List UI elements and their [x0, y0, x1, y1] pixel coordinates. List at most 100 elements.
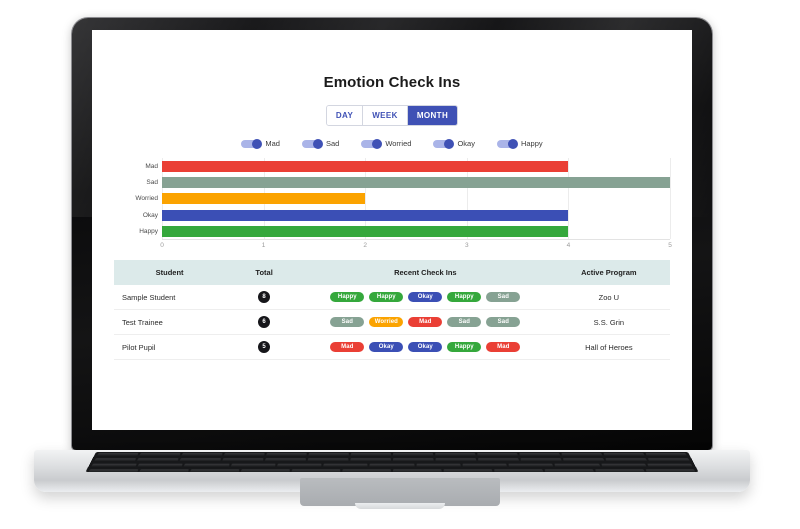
legend-item-mad[interactable]: Mad — [241, 138, 280, 149]
column-header-total[interactable]: Total — [225, 260, 304, 285]
table-row[interactable]: Test Trainee 6 Sad Worried Mad Sad Sad S.S. Gri… — [114, 309, 670, 335]
chart-x-tick: 2 — [363, 242, 367, 249]
checkin-pill-list: Sad Worried Mad Sad Sad — [307, 317, 544, 327]
checkin-pill-happy[interactable]: Happy — [447, 292, 482, 302]
total-badge: 5 — [258, 341, 271, 353]
range-button-week[interactable]: WEEK — [363, 106, 408, 125]
legend-item-happy[interactable]: Happy — [496, 138, 543, 149]
checkin-pill-list: Mad Okay Okay Happy Mad — [307, 342, 544, 352]
chart-bar-row: Worried — [135, 191, 670, 207]
page-title: Emotion Check Ins — [323, 74, 461, 91]
keyboard-key — [647, 458, 691, 462]
chart-bar-label: Sad — [146, 179, 158, 187]
keyboard-key — [230, 463, 276, 468]
keyboard-key — [240, 469, 290, 473]
keyboard-key — [647, 463, 694, 468]
chart-bar-row: Mad — [145, 158, 670, 174]
keyboard-key — [179, 458, 222, 462]
column-header-program[interactable]: Active Program — [547, 260, 670, 285]
cell-total: 8 — [225, 285, 304, 310]
checkin-pill-sad[interactable]: Sad — [486, 317, 521, 327]
cell-total: 5 — [225, 334, 304, 360]
chart-bar-sad[interactable] — [162, 177, 670, 189]
checkin-pill-sad[interactable]: Sad — [447, 317, 482, 327]
checkin-pill-okay[interactable]: Okay — [408, 292, 443, 302]
keyboard-key — [519, 452, 561, 457]
keyboard-key — [508, 463, 554, 468]
keyboard-key — [435, 452, 476, 457]
legend-label: Mad — [265, 139, 280, 148]
emotion-bar-chart: Mad Sad Worried Okay Happy 0 1 2 3 4 5 — [114, 158, 672, 250]
keyboard-key — [393, 469, 442, 473]
keyboard-key — [137, 463, 184, 468]
chart-bar-happy[interactable] — [162, 226, 569, 238]
column-header-recent[interactable]: Recent Check Ins — [303, 260, 548, 285]
keyboard-key — [291, 469, 341, 473]
keyboard-key — [276, 463, 322, 468]
keyboard-key — [562, 458, 605, 462]
chart-x-tick: 0 — [160, 242, 164, 249]
keyboard-key — [88, 469, 139, 473]
table-row[interactable]: Pilot Pupil 5 Mad Okay Okay Happy Mad Hall of H… — [114, 334, 670, 360]
keyboard-key — [435, 458, 477, 462]
checkin-pill-sad[interactable]: Sad — [486, 292, 521, 302]
table-header: Student Total Recent Check Ins Active Pr… — [114, 260, 670, 285]
range-button-month[interactable]: MONTH — [407, 106, 458, 125]
laptop-keyboard — [85, 452, 699, 473]
keyboard-key — [477, 458, 520, 462]
keyboard-key — [645, 452, 688, 457]
keyboard-key — [416, 463, 461, 468]
keyboard-key — [350, 458, 391, 462]
laptop-lid-notch — [355, 503, 445, 509]
keyboard-key — [477, 452, 518, 457]
legend-item-worried[interactable]: Worried — [361, 138, 411, 149]
checkin-pill-sad[interactable]: Sad — [330, 317, 365, 327]
chart-x-tick: 1 — [261, 242, 266, 249]
laptop-trackpad — [300, 478, 500, 506]
chart-gridline — [670, 158, 671, 239]
keyboard-key — [323, 463, 368, 468]
chart-bar-mad[interactable] — [162, 160, 569, 172]
chart-bar-worried[interactable] — [162, 193, 366, 205]
chart-legend: Mad Sad Worried Okay Happy — [114, 138, 670, 149]
checkin-pill-okay[interactable]: Okay — [408, 342, 443, 352]
range-button-day[interactable]: DAY — [326, 106, 364, 125]
checkin-pill-mad[interactable]: Mad — [408, 317, 443, 327]
cell-student-name: Pilot Pupil — [114, 334, 226, 360]
chart-plot-area: Mad Sad Worried Okay Happy — [135, 158, 671, 240]
cell-total: 6 — [225, 309, 304, 335]
legend-item-sad[interactable]: Sad — [301, 138, 340, 149]
keyboard-key — [462, 463, 508, 468]
checkin-pill-okay[interactable]: Okay — [369, 342, 404, 352]
keyboard-key — [603, 452, 645, 457]
keyboard-key — [189, 469, 240, 473]
column-header-student[interactable]: Student — [114, 260, 226, 285]
cell-active-program: S.S. Grin — [547, 309, 670, 335]
legend-toggle-icon — [496, 138, 518, 149]
checkin-pill-happy[interactable]: Happy — [447, 342, 482, 352]
table-header-row: Student Total Recent Check Ins Active Pr… — [114, 260, 670, 285]
total-badge: 6 — [258, 316, 271, 328]
keyboard-key — [93, 458, 137, 462]
chart-bar-label: Happy — [139, 228, 158, 236]
checkin-pill-mad[interactable]: Mad — [486, 342, 521, 352]
checkin-pill-worried[interactable]: Worried — [369, 317, 404, 327]
legend-label: Okay — [457, 139, 475, 148]
legend-label: Happy — [520, 139, 543, 148]
keyboard-key — [266, 452, 307, 457]
checkin-pill-happy[interactable]: Happy — [330, 292, 365, 302]
keyboard-key — [183, 463, 230, 468]
laptop-mockup-scene: Emotion Check Ins DAY WEEK MONTH Mad Sad Wor… — [0, 0, 800, 529]
table-row[interactable]: Sample Student 8 Happy Happy Okay Happy Sad Zoo… — [114, 285, 670, 310]
checkin-pill-happy[interactable]: Happy — [369, 292, 404, 302]
chart-x-tick: 4 — [566, 242, 571, 249]
legend-item-okay[interactable]: Okay — [433, 138, 475, 149]
table-body: Sample Student 8 Happy Happy Okay Happy Sad Zoo… — [114, 285, 670, 360]
cell-student-name: Test Trainee — [114, 309, 226, 335]
checkin-pill-mad[interactable]: Mad — [330, 342, 365, 352]
chart-bar-row: Happy — [139, 224, 670, 240]
chart-bar-okay[interactable] — [162, 209, 569, 221]
legend-label: Sad — [325, 139, 340, 148]
cell-active-program: Hall of Heroes — [547, 334, 670, 360]
keyboard-key — [561, 452, 603, 457]
